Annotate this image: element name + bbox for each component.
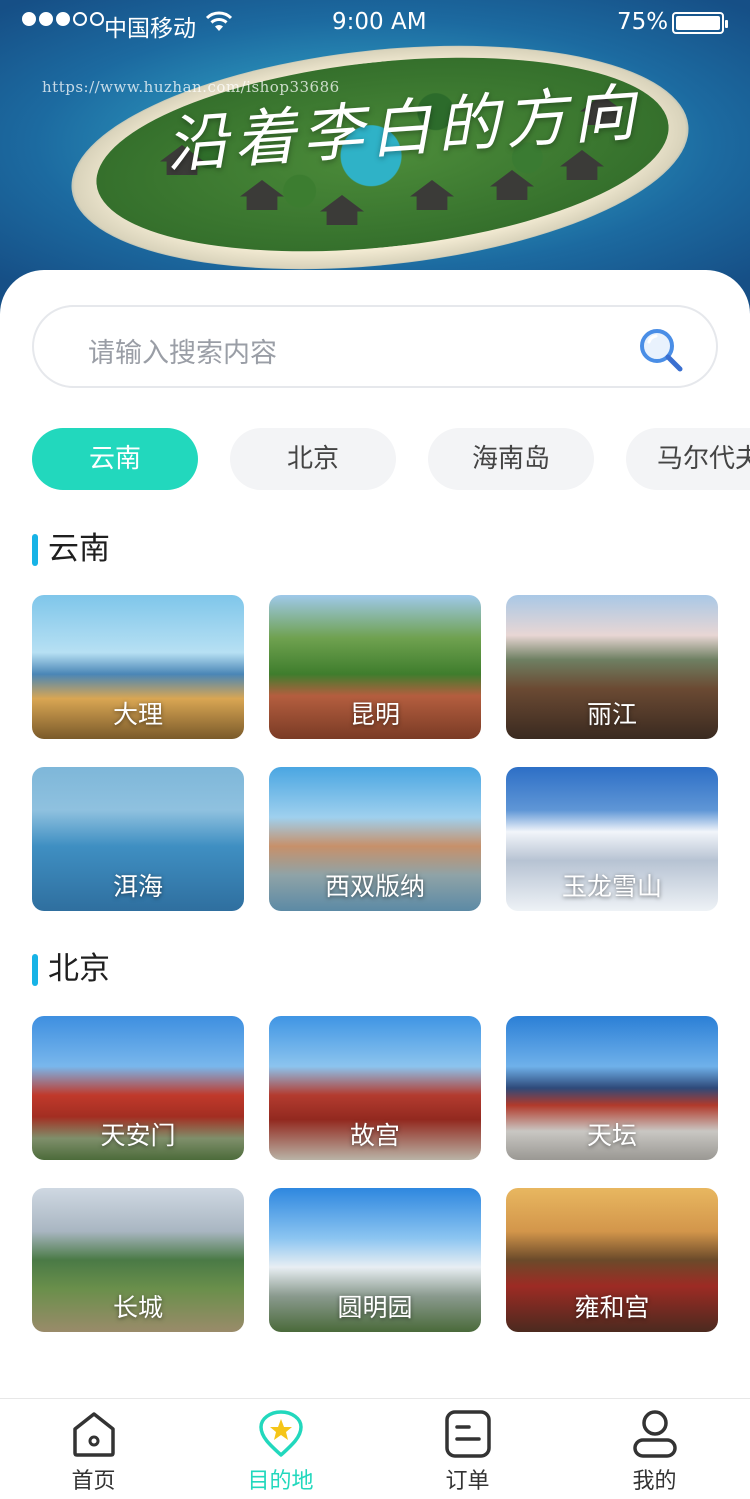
card-label: 西双版纳 bbox=[324, 872, 425, 901]
tab-label: 目的地 bbox=[247, 1469, 314, 1494]
destination-card-yulong-snow-mountain[interactable]: 玉龙雪山 bbox=[506, 767, 718, 911]
battery-percent: 75% bbox=[617, 9, 669, 35]
chip-yunnan[interactable]: 云南 bbox=[32, 428, 198, 490]
destination-card-dali[interactable]: 大理 bbox=[32, 595, 244, 739]
card-label: 丽江 bbox=[586, 700, 637, 729]
destination-card-xishuangbanna[interactable]: 西双版纳 bbox=[269, 767, 481, 911]
destination-card-kunming[interactable]: 昆明 bbox=[269, 595, 481, 739]
destination-card-forbidden-city[interactable]: 故宫 bbox=[269, 1016, 481, 1160]
order-icon bbox=[445, 1410, 491, 1458]
section-title-beijing: 北京 bbox=[32, 952, 110, 986]
search-icon[interactable] bbox=[636, 325, 686, 375]
card-label: 天坛 bbox=[586, 1121, 637, 1150]
tab-label: 首页 bbox=[71, 1469, 116, 1494]
destination-icon bbox=[259, 1410, 303, 1457]
destination-card-great-wall[interactable]: 长城 bbox=[32, 1188, 244, 1332]
card-label: 大理 bbox=[112, 700, 163, 729]
card-label: 天安门 bbox=[100, 1121, 176, 1150]
section-title-yunnan: 云南 bbox=[32, 532, 110, 566]
destination-card-tiananmen[interactable]: 天安门 bbox=[32, 1016, 244, 1160]
destination-card-yuanmingyuan[interactable]: 圆明园 bbox=[269, 1188, 481, 1332]
card-label: 雍和宫 bbox=[574, 1293, 650, 1322]
home-icon bbox=[73, 1412, 115, 1457]
card-label: 故宫 bbox=[349, 1121, 400, 1150]
tab-label: 我的 bbox=[632, 1469, 677, 1494]
chip-maldives[interactable]: 马尔代夫 bbox=[626, 428, 750, 490]
tab-destination[interactable]: 目的地 bbox=[187, 1399, 374, 1499]
destination-tabs: 云南 北京 海南岛 马尔代夫 bbox=[32, 428, 750, 490]
card-label: 玉龙雪山 bbox=[561, 872, 662, 901]
tab-orders[interactable]: 订单 bbox=[374, 1399, 561, 1499]
chip-beijing[interactable]: 北京 bbox=[230, 428, 396, 490]
bottom-tab-bar: 首页 目的地 订单 我的 bbox=[0, 1398, 750, 1499]
wifi-icon bbox=[206, 11, 232, 31]
card-label: 昆明 bbox=[349, 700, 400, 729]
destination-card-lijiang[interactable]: 丽江 bbox=[506, 595, 718, 739]
carrier-name: 中国移动 bbox=[104, 16, 196, 42]
card-label: 长城 bbox=[112, 1293, 163, 1322]
card-label: 圆明园 bbox=[337, 1293, 413, 1322]
chip-hainan[interactable]: 海南岛 bbox=[428, 428, 594, 490]
tab-home[interactable]: 首页 bbox=[0, 1399, 187, 1499]
signal-strength-icon bbox=[22, 12, 104, 26]
search-input[interactable]: 请输入搜索内容 bbox=[88, 331, 277, 370]
card-label: 洱海 bbox=[112, 872, 163, 901]
destination-card-erhai[interactable]: 洱海 bbox=[32, 767, 244, 911]
search-bar[interactable]: 请输入搜索内容 bbox=[32, 305, 718, 388]
status-time: 9:00 AM bbox=[332, 9, 427, 35]
status-bar: 中国移动 9:00 AM 75% bbox=[0, 0, 750, 46]
destination-card-temple-of-heaven[interactable]: 天坛 bbox=[506, 1016, 718, 1160]
profile-icon bbox=[633, 1410, 677, 1458]
tab-profile[interactable]: 我的 bbox=[561, 1399, 748, 1499]
battery-icon bbox=[672, 12, 728, 34]
destination-card-yonghe-temple[interactable]: 雍和宫 bbox=[506, 1188, 718, 1332]
tab-label: 订单 bbox=[445, 1469, 490, 1494]
